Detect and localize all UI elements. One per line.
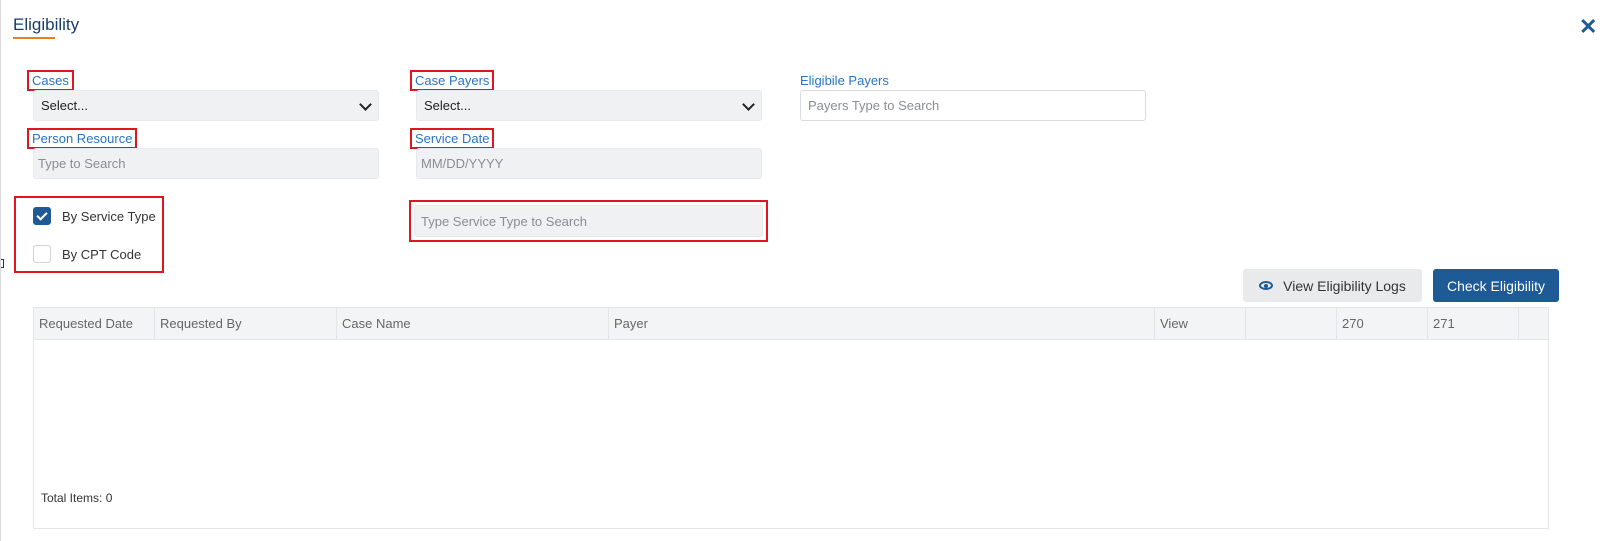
case-payers-select[interactable]: Select... xyxy=(416,90,762,121)
by-cpt-code-label: By CPT Code xyxy=(62,246,142,262)
check-icon xyxy=(36,208,48,221)
eligibility-dialog: Eligibility ✕ Cases Select... Case Payer… xyxy=(0,0,1600,541)
service-date-label: Service Date xyxy=(410,128,495,149)
by-service-type-label: By Service Type xyxy=(62,208,156,224)
person-resource-input[interactable]: Type to Search xyxy=(33,148,379,179)
chevron-down-icon xyxy=(742,98,755,111)
chevron-down-icon xyxy=(359,98,372,111)
column-header-requested-date[interactable]: Requested Date xyxy=(34,308,155,339)
case-payers-select-value: Select... xyxy=(424,98,471,113)
eligibility-table: Requested Date Requested By Case Name Pa… xyxy=(33,307,1549,529)
service-type-search-placeholder: Type Service Type to Search xyxy=(421,213,587,229)
column-header-payer[interactable]: Payer xyxy=(609,308,1155,339)
stray-mark xyxy=(1,259,4,268)
person-resource-label: Person Resource xyxy=(27,128,138,149)
service-date-input[interactable]: MM/DD/YYYY xyxy=(416,148,762,179)
check-eligibility-button[interactable]: Check Eligibility xyxy=(1433,269,1559,302)
by-cpt-code-option[interactable]: By CPT Code xyxy=(33,245,141,263)
cases-select-value: Select... xyxy=(41,98,88,113)
view-eligibility-logs-label: View Eligibility Logs xyxy=(1283,277,1406,294)
case-payers-label: Case Payers xyxy=(410,70,495,91)
total-items: Total Items: 0 xyxy=(41,491,113,505)
service-type-search-input[interactable]: Type Service Type to Search xyxy=(414,205,763,237)
column-header-270[interactable]: 270 xyxy=(1337,308,1428,339)
eligible-payers-label: Eligibile Payers xyxy=(800,73,889,88)
column-header-case-name[interactable]: Case Name xyxy=(337,308,609,339)
column-header-end xyxy=(1519,308,1548,339)
column-header-271[interactable]: 271 xyxy=(1428,308,1519,339)
dialog-title: Eligibility xyxy=(13,15,80,34)
eligible-payers-input[interactable]: Payers Type to Search xyxy=(800,90,1146,121)
title-underline xyxy=(13,37,55,39)
by-service-type-option[interactable]: By Service Type xyxy=(33,207,156,225)
column-header-blank xyxy=(1246,308,1337,339)
close-icon[interactable]: ✕ xyxy=(1579,16,1597,38)
column-header-requested-by[interactable]: Requested By xyxy=(155,308,337,339)
checkbox-unchecked[interactable] xyxy=(33,245,51,263)
service-date-placeholder: MM/DD/YYYY xyxy=(421,156,504,171)
column-header-view[interactable]: View xyxy=(1155,308,1246,339)
check-eligibility-label: Check Eligibility xyxy=(1446,277,1546,294)
person-resource-placeholder: Type to Search xyxy=(38,156,126,171)
checkbox-checked[interactable] xyxy=(33,207,51,225)
cases-label: Cases xyxy=(27,70,74,91)
view-eligibility-logs-button[interactable]: View Eligibility Logs xyxy=(1243,269,1422,302)
eye-icon xyxy=(1259,281,1274,290)
table-header: Requested Date Requested By Case Name Pa… xyxy=(34,308,1548,340)
cases-select[interactable]: Select... xyxy=(33,90,379,121)
eligible-payers-placeholder: Payers Type to Search xyxy=(808,98,940,113)
